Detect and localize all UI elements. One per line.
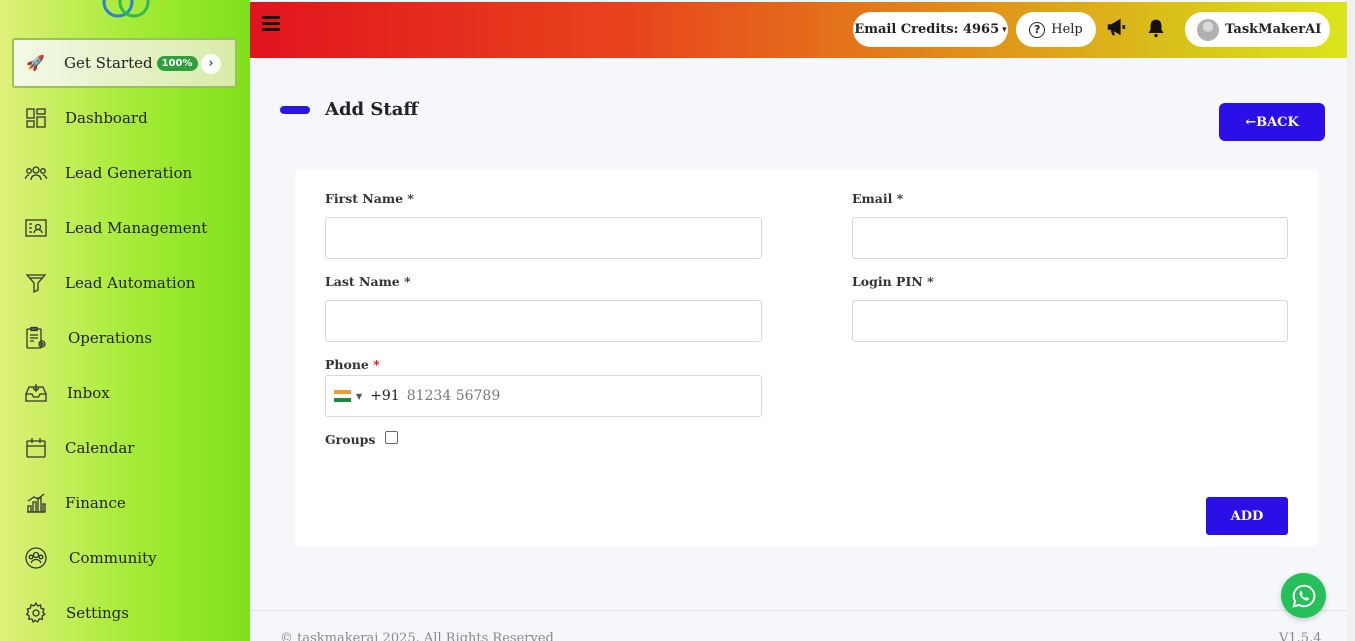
sidebar-item-label: Settings <box>66 604 129 622</box>
sidebar-item-settings[interactable]: Settings <box>24 598 244 628</box>
sidebar-item-label: Community <box>69 549 157 567</box>
funnel-icon <box>25 274 47 294</box>
sidebar-item-inbox[interactable]: Inbox <box>24 378 244 408</box>
sidebar-item-label: Dashboard <box>65 109 148 127</box>
megaphone-icon[interactable] <box>1105 16 1127 38</box>
sidebar-item-dashboard[interactable]: Dashboard <box>24 103 244 133</box>
whatsapp-button[interactable] <box>1281 573 1326 618</box>
sidebar-item-label: Inbox <box>67 384 110 402</box>
phone-input[interactable]: ▼ +91 81234 56789 <box>325 375 762 417</box>
india-flag-icon[interactable] <box>334 390 351 402</box>
title-accent-bar <box>280 106 310 114</box>
footer-divider <box>250 610 1347 611</box>
email-input[interactable] <box>852 217 1288 259</box>
groups-label: Groups <box>325 432 376 447</box>
email-credits-dropdown[interactable]: Email Credits: 4965 ▾ <box>853 12 1008 47</box>
logo-icon <box>102 0 150 18</box>
required-marker: * <box>373 357 380 372</box>
progress-badge: 100% <box>156 55 198 71</box>
login-pin-input[interactable] <box>852 300 1288 342</box>
sidebar-item-label: Lead Automation <box>65 274 196 292</box>
phone-label-text: Phone <box>325 357 369 372</box>
footer-copyright: © taskmakerai 2025. All Rights Reserved <box>280 631 554 641</box>
finance-chart-icon <box>27 493 46 513</box>
last-name-label: Last Name * <box>325 274 411 289</box>
groups-checkbox[interactable] <box>385 431 398 444</box>
chevron-right-icon[interactable]: › <box>201 54 221 74</box>
first-name-input[interactable] <box>325 217 762 259</box>
get-started-label: Get Started <box>64 54 153 72</box>
first-name-label: First Name * <box>325 191 414 206</box>
sidebar-item-label: Lead Generation <box>65 164 193 182</box>
gear-icon <box>25 601 46 624</box>
version-label: V1.5.4 <box>1279 631 1322 641</box>
contact-card-icon <box>25 219 47 237</box>
avatar <box>1197 18 1219 41</box>
login-pin-label: Login PIN * <box>852 274 934 289</box>
sidebar-item-label: Operations <box>68 329 153 347</box>
chevron-down-icon[interactable]: ▼ <box>356 392 362 401</box>
help-icon: ? <box>1029 21 1046 38</box>
sidebar: 🚀 Get Started 100% › Dashboard Lead Gene… <box>0 0 250 641</box>
sidebar-item-lead-generation[interactable]: Lead Generation <box>24 158 244 188</box>
hamburger-menu-icon[interactable] <box>262 16 280 34</box>
whatsapp-icon <box>1291 584 1315 608</box>
sidebar-item-label: Calendar <box>65 439 135 457</box>
sidebar-item-community[interactable]: Community <box>24 543 244 573</box>
scrollbar-track[interactable] <box>1347 0 1355 641</box>
email-label: Email * <box>852 191 904 206</box>
email-credits-label: Email Credits: 4965 <box>854 22 1000 37</box>
sidebar-item-label: Lead Management <box>65 219 208 237</box>
sidebar-item-finance[interactable]: Finance <box>24 488 244 518</box>
back-button[interactable]: ←BACK <box>1219 103 1325 141</box>
phone-label: Phone * <box>325 357 380 372</box>
phone-placeholder: 81234 56789 <box>406 388 501 404</box>
inbox-icon <box>25 384 47 402</box>
help-label: Help <box>1051 22 1083 37</box>
sidebar-item-lead-automation[interactable]: Lead Automation <box>24 268 244 298</box>
page-title: Add Staff <box>325 99 419 120</box>
get-started-button[interactable]: 🚀 Get Started 100% › <box>12 38 237 88</box>
sidebar-item-calendar[interactable]: Calendar <box>24 433 244 463</box>
rocket-icon: 🚀 <box>26 54 45 72</box>
sidebar-item-operations[interactable]: Operations <box>24 323 244 353</box>
dashboard-icon <box>26 108 46 128</box>
user-menu[interactable]: TaskMakerAI <box>1185 12 1330 47</box>
chevron-down-icon: ▾ <box>1002 24 1007 35</box>
add-button[interactable]: ADD <box>1206 497 1288 535</box>
calendar-icon <box>26 438 46 458</box>
sidebar-item-label: Finance <box>65 494 126 512</box>
people-icon <box>24 166 48 181</box>
dial-code: +91 <box>370 388 400 404</box>
help-button[interactable]: ? Help <box>1016 12 1096 47</box>
community-icon <box>25 547 47 569</box>
clipboard-gear-icon <box>26 326 46 349</box>
user-name: TaskMakerAI <box>1225 22 1322 37</box>
bell-icon[interactable] <box>1146 17 1166 39</box>
last-name-input[interactable] <box>325 300 762 342</box>
sidebar-item-lead-management[interactable]: Lead Management <box>24 213 244 243</box>
add-staff-form: First Name * Email * Last Name * Login P… <box>295 170 1318 546</box>
top-bar: Email Credits: 4965 ▾ ? Help TaskMakerAI <box>250 2 1347 58</box>
